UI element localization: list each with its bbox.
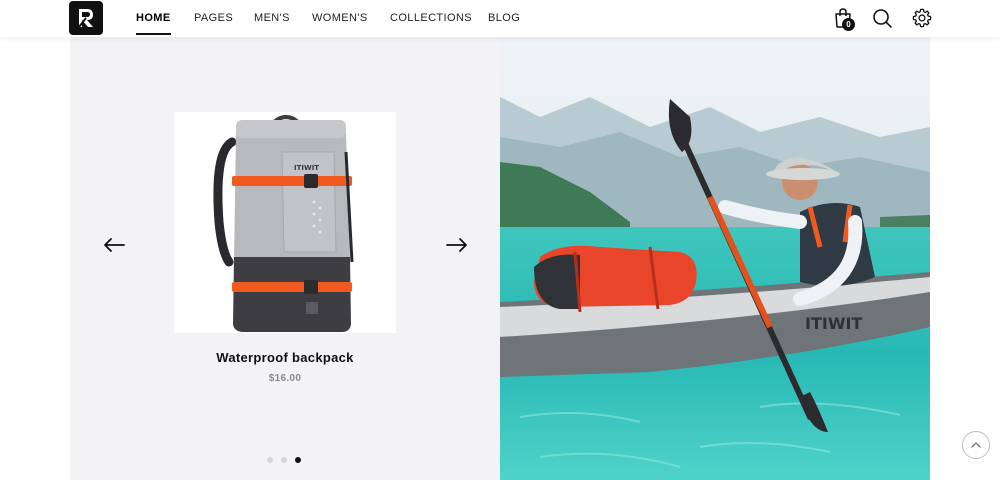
kayak-brand-text: ITIWIT (805, 314, 862, 333)
slider-dot-2[interactable] (281, 457, 287, 463)
kayak-scene: ITIWIT (500, 37, 930, 480)
product-image[interactable]: ITIWIT (174, 112, 396, 333)
nav-collections[interactable]: COLLECTIONS (390, 0, 472, 37)
gear-icon[interactable] (911, 7, 933, 29)
hero-kayak-image: ITIWIT (500, 37, 930, 480)
logo-mark-icon (78, 9, 93, 28)
nav-mens[interactable]: MEN'S (254, 0, 290, 37)
slider-dot-3[interactable] (295, 457, 301, 463)
slider-dot-1[interactable] (267, 457, 273, 463)
nav-womens[interactable]: WOMEN'S (312, 0, 368, 37)
nav-pages[interactable]: PAGES (194, 0, 233, 37)
brand-logo[interactable] (69, 1, 103, 35)
slider-dots (267, 457, 301, 463)
arrow-left-icon[interactable] (103, 237, 125, 253)
cart-count-badge: 0 (842, 18, 855, 31)
site-header: HOME PAGES MEN'S WOMEN'S COLLECTIONS BLO… (0, 0, 1000, 37)
nav-home[interactable]: HOME (136, 0, 171, 37)
product-name[interactable]: Waterproof backpack (70, 350, 500, 365)
search-icon[interactable] (871, 7, 893, 29)
back-to-top-button[interactable] (962, 431, 990, 459)
chevron-up-icon (971, 442, 981, 448)
product-slider: ITIWIT Waterproof backpack $16.00 (70, 37, 500, 480)
product-price: $16.00 (268, 373, 302, 384)
nav-blog[interactable]: BLOG (488, 0, 520, 37)
backpack-brand-text: ITIWIT (294, 164, 319, 172)
backpack-image: ITIWIT (174, 112, 396, 333)
arrow-right-icon[interactable] (446, 237, 468, 253)
